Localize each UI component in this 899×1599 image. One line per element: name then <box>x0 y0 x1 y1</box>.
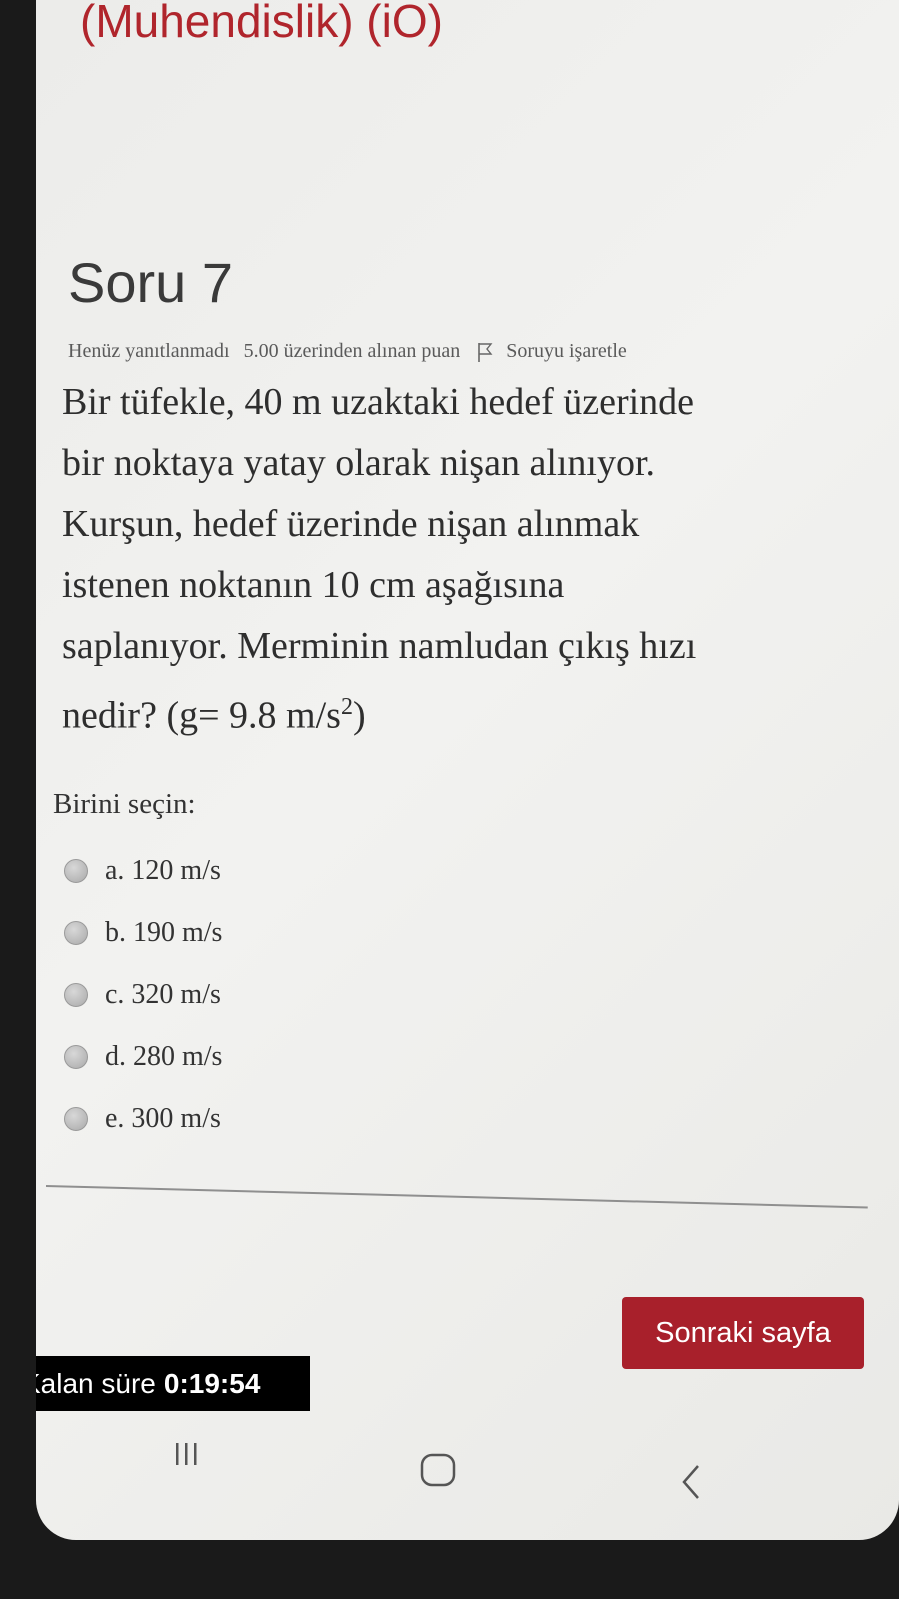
flag-question-link[interactable]: Soruyu işaretle <box>506 340 627 363</box>
question-line-prefix: nedir? (g= 9.8 m/s <box>62 694 341 737</box>
answer-options: a. 120 m/s b. 190 m/s c. 320 m/s d. 280 … <box>64 840 222 1150</box>
question-text: Bir tüfekle, 40 m uzaktaki hedef üzerind… <box>62 372 897 747</box>
radio-button[interactable] <box>64 921 88 945</box>
next-page-button[interactable]: Sonraki sayfa <box>622 1297 864 1369</box>
option-label: e. 300 m/s <box>105 1103 221 1134</box>
radio-button[interactable] <box>64 859 88 883</box>
screen: (Muhendislik) (iO) Soru 7 Henüz yanıtlan… <box>36 0 899 1540</box>
recents-icon[interactable] <box>172 1440 202 1470</box>
divider <box>45 1185 868 1209</box>
radio-button[interactable] <box>64 1045 88 1069</box>
back-icon[interactable] <box>676 1462 706 1502</box>
question-line: bir noktaya yatay olarak nişan alınıyor. <box>62 442 656 484</box>
option-label: c. 320 m/s <box>105 979 221 1010</box>
answer-option-c[interactable]: c. 320 m/s <box>64 964 222 1026</box>
answer-option-e[interactable]: e. 300 m/s <box>64 1088 222 1150</box>
question-line-last: nedir? (g= 9.8 m/s2) <box>62 677 897 747</box>
timer-label: Kalan süre <box>36 1367 156 1399</box>
question-points: 5.00 üzerinden alınan puan <box>243 340 461 362</box>
question-heading: Soru 7 <box>68 251 233 314</box>
radio-button[interactable] <box>64 983 88 1007</box>
answer-option-d[interactable]: d. 280 m/s <box>64 1026 222 1088</box>
system-nav-bar <box>36 1440 899 1510</box>
option-label: d. 280 m/s <box>105 1041 223 1072</box>
timer-value: 0:19:54 <box>163 1367 261 1399</box>
home-icon[interactable] <box>418 1452 458 1488</box>
question-line: Bir tüfekle, 40 m uzaktaki hedef üzerind… <box>62 381 695 423</box>
answer-option-a[interactable]: a. 120 m/s <box>64 840 222 902</box>
question-line-suffix: ) <box>352 694 366 737</box>
option-label: a. 120 m/s <box>105 855 221 886</box>
exponent: 2 <box>340 694 353 720</box>
option-label: b. 190 m/s <box>105 917 223 948</box>
question-line: saplanıyor. Merminin namludan çıkış hızı <box>62 625 697 667</box>
question-line: istenen noktanın 10 cm aşağısına <box>62 564 565 606</box>
radio-button[interactable] <box>64 1107 88 1131</box>
course-title: (Muhendislik) (iO) <box>80 0 443 47</box>
answer-option-b[interactable]: b. 190 m/s <box>64 902 222 964</box>
choose-label: Birini seçin: <box>53 788 196 820</box>
flag-icon[interactable] <box>474 341 496 363</box>
question-line: Kurşun, hedef üzerinde nişan alınmak <box>62 503 640 545</box>
question-status: Henüz yanıtlanmadı <box>68 340 230 362</box>
question-info: Henüz yanıtlanmadı 5.00 üzerinden alınan… <box>68 340 627 363</box>
time-remaining: Kalan süre 0:19:54 <box>36 1356 310 1411</box>
